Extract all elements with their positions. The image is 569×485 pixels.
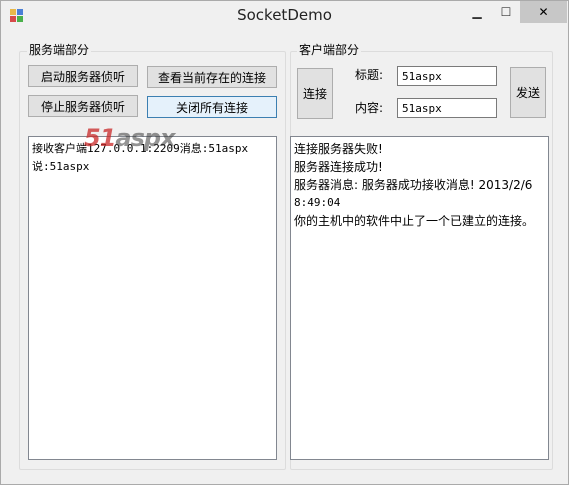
close-button[interactable]: ✕ <box>520 1 567 23</box>
client-log-line: 服务器连接成功! <box>294 160 383 174</box>
title-label: 标题: <box>355 68 384 82</box>
watermark-part2: aspx <box>115 124 175 152</box>
close-all-connections-button[interactable]: 关闭所有连接 <box>147 96 277 118</box>
client-group-label: 客户端部分 <box>297 43 362 57</box>
server-log-line: 说:51aspx <box>32 160 90 173</box>
connect-button[interactable]: 连接 <box>297 68 333 119</box>
server-log-textbox[interactable]: 接收客户端127.0.0.1:2209消息:51aspx 说:51aspx <box>28 136 277 460</box>
content-label: 内容: <box>355 101 384 115</box>
watermark-logo: 51aspx <box>84 124 176 152</box>
client-log-line: 你的主机中的软件中止了一个已建立的连接。 <box>294 214 535 228</box>
title-input[interactable] <box>397 66 497 86</box>
view-connections-button[interactable]: 查看当前存在的连接 <box>147 66 277 88</box>
stop-server-listen-button[interactable]: 停止服务器侦听 <box>28 95 138 117</box>
client-log-textbox[interactable]: 连接服务器失败! 服务器连接成功! 服务器消息: 服务器成功接收消息! 2013… <box>290 136 549 460</box>
title-bar[interactable]: SocketDemo ▁ ☐ ✕ <box>1 1 568 31</box>
send-button[interactable]: 发送 <box>510 67 546 118</box>
content-input[interactable] <box>397 98 497 118</box>
socketdemo-window: SocketDemo ▁ ☐ ✕ 服务端部分 启动服务器侦听 查看当前存在的连接… <box>0 0 569 485</box>
maximize-button[interactable]: ☐ <box>492 1 520 23</box>
start-server-listen-button[interactable]: 启动服务器侦听 <box>28 65 138 87</box>
minimize-button[interactable]: ▁ <box>463 1 491 23</box>
server-group-label: 服务端部分 <box>27 43 92 57</box>
client-log-line: 连接服务器失败! <box>294 142 383 156</box>
watermark-part1: 51 <box>84 124 116 152</box>
client-log-line: 服务器消息: 服务器成功接收消息! 2013/2/6 <box>294 178 533 192</box>
client-log-line: 8:49:04 <box>294 196 341 209</box>
